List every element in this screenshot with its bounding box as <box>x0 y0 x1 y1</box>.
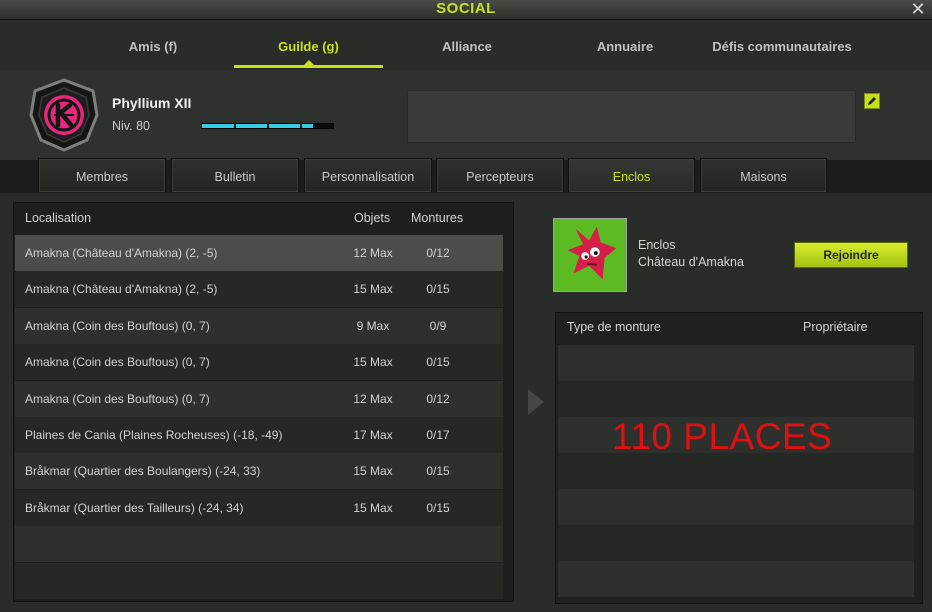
cell-mounts: 0/15 <box>426 355 450 370</box>
tab-alliance[interactable]: Alliance <box>420 35 514 69</box>
table-row[interactable]: Amakna (Château d'Amakna) (2, -5) 15 Max 0… <box>15 271 503 308</box>
sub-tabs: Membres Bulletin Personnalisation Percep… <box>0 158 932 193</box>
subtab-bulletin[interactable]: Bulletin <box>171 158 299 192</box>
cell-location: Plaines de Cania (Plaines Rocheuses) (-1… <box>25 428 283 442</box>
subtab-personnalisation[interactable]: Personnalisation <box>304 158 432 192</box>
edit-button[interactable] <box>864 93 880 109</box>
mount-row <box>558 453 914 489</box>
close-icon[interactable]: ✕ <box>908 0 928 19</box>
cell-location: Bråkmar (Quartier des Boulangers) (-24, … <box>25 464 261 479</box>
cell-objects: 15 Max <box>353 500 393 515</box>
cell-objects: 15 Max <box>353 282 393 297</box>
tab-label: Amis (f) <box>128 39 178 54</box>
table-row[interactable]: Bråkmar (Quartier des Tailleurs) (-24, 3… <box>15 489 503 526</box>
table-row <box>15 562 503 599</box>
table-row[interactable]: Plaines de Cania (Plaines Rocheuses) (-1… <box>15 417 503 453</box>
mount-row <box>558 345 914 381</box>
cell-objects: 17 Max <box>353 428 393 442</box>
enclos-place: Château d'Amakna <box>638 255 744 269</box>
tab-label: Guilde (g) <box>278 39 339 54</box>
tab-annuaire[interactable]: Annuaire <box>578 35 672 69</box>
cell-mounts: 0/9 <box>429 318 447 333</box>
mount-list-header: Type de monture Propriétaire <box>556 313 922 345</box>
active-tab-underline <box>234 65 383 68</box>
subtab-maisons[interactable]: Maisons <box>700 158 827 192</box>
cell-objects: 12 Max <box>353 391 393 406</box>
enclos-mount-image <box>553 218 627 292</box>
table-row[interactable]: Amakna (Coin des Bouftous) (0, 7) 9 Max 0/… <box>15 307 503 344</box>
guild-emblem-icon <box>29 78 99 152</box>
table-row[interactable]: Amakna (Château d'Amakna) (2, -5) 12 Max 0… <box>15 235 503 271</box>
subtab-enclos[interactable]: Enclos <box>568 158 695 192</box>
tab-guilde[interactable]: Guilde (g) <box>234 35 383 69</box>
cell-location: Amakna (Château d'Amakna) (2, -5) <box>25 246 218 260</box>
subtab-membres[interactable]: Membres <box>38 158 166 192</box>
xp-bar-divider <box>234 124 236 128</box>
column-header-type-de-monture[interactable]: Type de monture <box>567 320 661 334</box>
xp-bar-divider <box>300 124 302 128</box>
tab-label: Alliance <box>442 39 492 54</box>
cell-location: Amakna (Coin des Bouftous) (0, 7) <box>25 318 210 333</box>
cell-objects: 12 Max <box>353 246 393 260</box>
enclos-content: Localisation Objets Montures Amakna (Châ… <box>0 193 932 612</box>
window-title: SOCIAL <box>436 0 496 17</box>
column-header-localisation[interactable]: Localisation <box>25 211 91 225</box>
guild-name: Phyllium XII <box>112 95 192 111</box>
mount-row <box>558 561 914 597</box>
cell-mounts: 0/12 <box>426 391 450 406</box>
cell-mounts: 0/15 <box>426 464 450 479</box>
list-header: Localisation Objets Montures <box>14 203 513 235</box>
table-row[interactable]: Amakna (Coin des Bouftous) (0, 7) 12 Max 0… <box>15 380 503 417</box>
mount-row <box>558 489 914 525</box>
column-header-proprietaire[interactable]: Propriétaire <box>803 320 868 334</box>
cell-location: Amakna (Château d'Amakna) (2, -5) <box>25 282 218 297</box>
cell-mounts: 0/12 <box>426 246 450 260</box>
table-row[interactable]: Amakna (Coin des Bouftous) (0, 7) 15 Max 0… <box>15 344 503 381</box>
guild-description-box <box>407 90 856 143</box>
cell-mounts: 0/15 <box>426 500 450 515</box>
guild-header: Phyllium XII Niv. 80 <box>0 70 932 160</box>
mount-row <box>558 525 914 561</box>
cell-objects: 9 Max <box>356 318 390 333</box>
cell-objects: 15 Max <box>353 464 393 479</box>
guild-level: Niv. 80 <box>112 119 150 133</box>
pencil-icon <box>868 97 876 105</box>
main-tabs: Amis (f) Guilde (g) Alliance Annuaire Dé… <box>0 20 932 70</box>
places-overlay-text: 110 PLACES <box>612 416 833 457</box>
table-row[interactable]: Bråkmar (Quartier des Boulangers) (-24, … <box>15 453 503 490</box>
column-header-montures[interactable]: Montures <box>411 211 463 225</box>
join-button[interactable]: Rejoindre <box>794 242 908 268</box>
cell-location: Amakna (Coin des Bouftous) (0, 7) <box>25 391 210 406</box>
xp-bar-divider <box>267 124 269 128</box>
cell-location: Bråkmar (Quartier des Tailleurs) (-24, 3… <box>25 500 244 515</box>
subtab-percepteurs[interactable]: Percepteurs <box>436 158 564 192</box>
cell-location: Amakna (Coin des Bouftous) (0, 7) <box>25 355 210 370</box>
arrow-right-icon <box>528 389 544 415</box>
enclos-label: Enclos <box>638 238 676 252</box>
enclos-list-panel: Localisation Objets Montures Amakna (Châ… <box>13 202 514 602</box>
cell-mounts: 0/15 <box>426 282 450 297</box>
tab-label: Défis communautaires <box>712 39 852 54</box>
guild-xp-bar <box>201 123 334 129</box>
table-row <box>15 526 503 563</box>
tab-defis-communautaires[interactable]: Défis communautaires <box>700 35 864 69</box>
column-header-objets[interactable]: Objets <box>354 211 390 225</box>
tab-label: Annuaire <box>596 39 654 54</box>
cell-objects: 15 Max <box>353 355 393 370</box>
mount-list-panel: Type de monture Propriétaire <box>555 312 923 604</box>
title-bar: SOCIAL ✕ <box>0 0 932 20</box>
tab-amis[interactable]: Amis (f) <box>105 35 201 69</box>
xp-bar-fill <box>202 124 314 128</box>
cell-mounts: 0/17 <box>426 428 450 442</box>
mount-row <box>558 381 914 417</box>
